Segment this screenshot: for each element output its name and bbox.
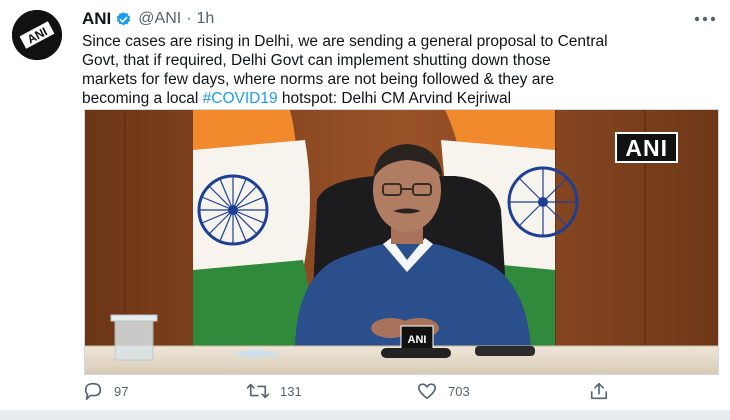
left-flag — [193, 110, 311, 350]
separator-dot: · — [186, 10, 192, 27]
like-icon — [416, 381, 438, 401]
share-icon — [588, 381, 610, 401]
reply-icon — [82, 381, 104, 401]
ani-watermark: ANI — [615, 132, 678, 163]
divider — [0, 410, 730, 420]
reply-count: 97 — [114, 383, 129, 399]
retweet-count: 131 — [280, 383, 302, 399]
retweet-icon — [246, 381, 270, 401]
retweet-button[interactable]: 131 — [246, 378, 302, 404]
ani-logo-icon: ANI — [12, 10, 62, 60]
avatar[interactable]: ANI — [12, 10, 62, 60]
tweet-text-tail: hotspot: Delhi CM Arvind Kejriwal — [277, 90, 512, 107]
tweet-actions-bar: 97 131 703 — [82, 378, 642, 404]
tweet-media-image[interactable]: ANI ANI — [84, 109, 719, 375]
reply-button[interactable]: 97 — [82, 378, 128, 404]
account-name[interactable]: ANI — [82, 9, 111, 29]
like-button[interactable]: 703 — [416, 378, 470, 404]
like-count: 703 — [448, 383, 470, 399]
verified-badge-icon — [115, 11, 132, 28]
tweet-text: Since cases are rising in Delhi, we are … — [82, 32, 722, 108]
hashtag-link[interactable]: #COVID19 — [203, 90, 278, 107]
more-options-icon[interactable] — [692, 10, 718, 28]
account-handle[interactable]: @ANI — [138, 10, 181, 28]
tweet-card[interactable]: ANI ANI @ANI · 1h Since cases are rising… — [0, 0, 730, 420]
tweet-header: ANI @ANI · 1h — [82, 8, 214, 30]
share-button[interactable] — [588, 378, 620, 404]
tweet-timestamp[interactable]: 1h — [197, 10, 215, 28]
mic-flag-label: ANI — [408, 334, 427, 346]
